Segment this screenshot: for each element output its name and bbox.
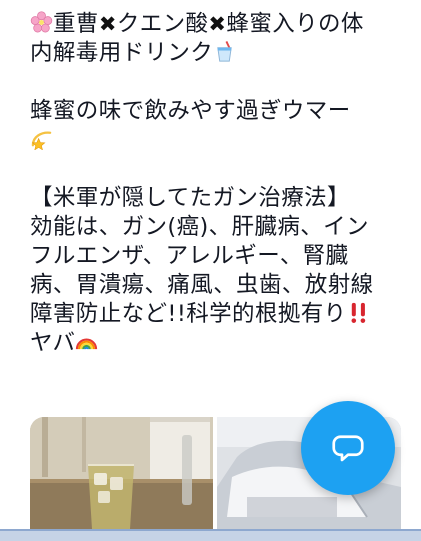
tweet-line-12: ヤバ xyxy=(30,329,410,358)
compose-reply-button[interactable] xyxy=(301,401,395,495)
glass-of-drink-photo[interactable] xyxy=(30,417,213,529)
tweet-line-3 xyxy=(30,68,410,97)
tweet-line-1-text-b: クエン酸 xyxy=(116,11,209,37)
tweet-line-6 xyxy=(30,155,410,184)
tweet-line-10: 病、胃潰瘍、痛風、虫歯、放射線 xyxy=(30,271,410,300)
tweet-line-4-text: 蜂蜜の味で飲みやす過ぎウマー xyxy=(30,98,351,124)
cross-mark-icon: ✖ xyxy=(98,12,117,36)
rainbow-icon xyxy=(76,338,98,350)
tweet-line-8: 効能は、ガン(癌)、肝臓病、イン xyxy=(30,213,410,242)
glass-of-drink-image xyxy=(30,417,213,529)
tweet-line-7: 【米軍が隠してたガン治療法】 xyxy=(30,184,410,213)
tweet-line-11: 障害防止など!!科学的根拠有り xyxy=(30,300,410,329)
tweet-line-1-text-a: 重曹 xyxy=(53,11,99,37)
tweet-line-5 xyxy=(30,126,410,155)
bottom-bar xyxy=(0,529,421,541)
cross-mark-icon: ✖ xyxy=(208,12,227,36)
tweet-line-10-text: 病、胃潰瘍、痛風、虫歯、放射線 xyxy=(30,272,374,298)
tweet-text: 重曹✖クエン酸✖蜂蜜入りの体 内解毒用ドリンク 蜂蜜の味で飲みやす過ぎウマー 【… xyxy=(30,10,410,358)
tweet-line-7-text: 【米軍が隠してたガン治療法】 xyxy=(30,185,350,211)
tweet-card: 重曹✖クエン酸✖蜂蜜入りの体 内解毒用ドリンク 蜂蜜の味で飲みやす過ぎウマー 【… xyxy=(0,0,421,541)
tweet-line-1: 重曹✖クエン酸✖蜂蜜入りの体 xyxy=(30,10,410,39)
tweet-line-11-text: 障害防止など!!科学的根拠有り xyxy=(30,301,347,327)
tweet-line-8-text: 効能は、ガン(癌)、肝臓病、イン xyxy=(30,214,369,240)
tweet-line-9: フルエンザ、アレルギー、腎臓 xyxy=(30,242,410,271)
cup-with-straw-icon xyxy=(217,41,232,62)
cherry-blossom-icon xyxy=(30,11,53,33)
dizzy-star-icon xyxy=(31,131,52,150)
tweet-line-12-text: ヤバ xyxy=(30,330,76,356)
tweet-line-2: 内解毒用ドリンク xyxy=(30,39,410,68)
double-exclamation-icon xyxy=(351,302,365,323)
compose-reply-icon xyxy=(332,435,364,462)
tweet-line-4: 蜂蜜の味で飲みやす過ぎウマー xyxy=(30,97,410,126)
tweet-line-9-text: フルエンザ、アレルギー、腎臓 xyxy=(30,243,349,269)
tweet-line-1-text-c: 蜂蜜入りの体 xyxy=(226,11,364,37)
tweet-line-2-text: 内解毒用ドリンク xyxy=(30,40,214,66)
